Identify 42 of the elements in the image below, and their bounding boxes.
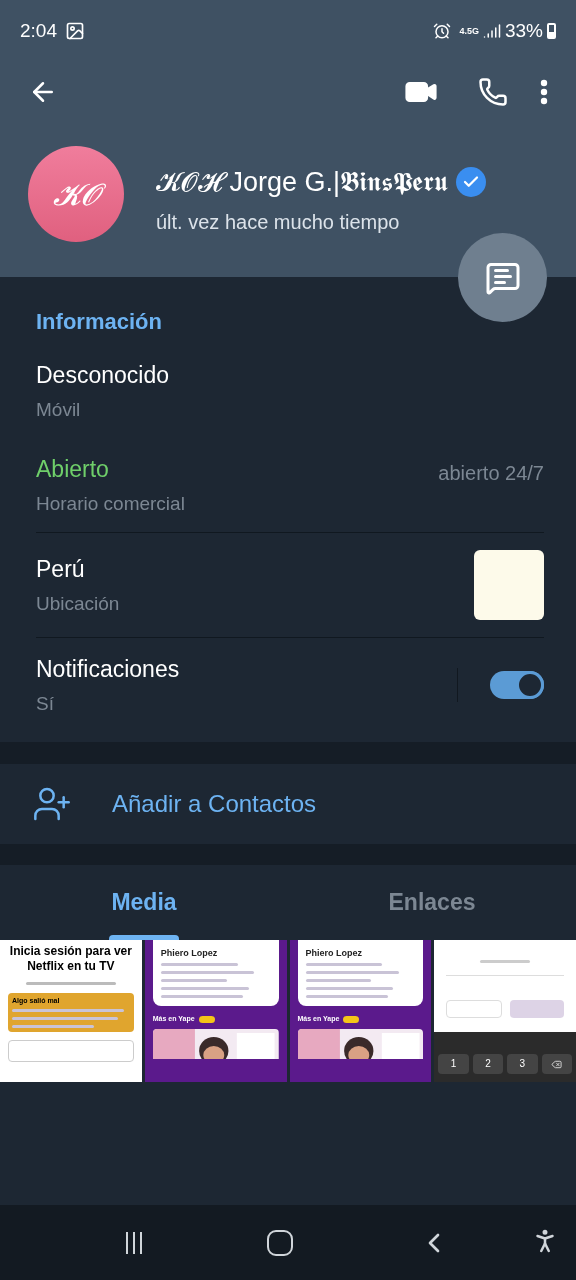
network-type: 4.5G [459,26,479,36]
more-button[interactable] [540,79,548,105]
info-label: Móvil [36,399,82,421]
map-thumbnail[interactable] [474,550,544,620]
info-value: Desconocido [36,361,170,389]
thumbnail-title: Inicia sesión para ver Netflix en tu TV [8,944,133,974]
gallery-icon [65,21,85,41]
battery-level: 33% [504,18,543,43]
add-contact-button[interactable]: Añadir a Contactos [0,764,576,844]
media-tab[interactable]: Media [0,865,288,940]
info-label: Sí [36,693,55,715]
avatar: 𝓚𝓞 [28,146,124,242]
status-time: 2:04 [20,18,57,43]
alarm-icon [433,22,452,40]
info-value: Perú [36,555,86,583]
receipt-name: Phiero Lopez [305,948,363,958]
hours-detail: abierto 24/7 [438,461,544,486]
new-badge [198,1015,215,1023]
backspace-icon [551,1058,563,1070]
battery-icon [547,23,556,39]
notifications-toggle[interactable] [490,671,544,699]
info-value: Notificaciones [36,655,181,683]
receipt-name: Phiero Lopez [160,948,219,958]
info-label: Ubicación [36,593,121,615]
send-button [510,1000,564,1018]
contact-name: 𝓚𝓞𝓗 Jorge G.|𝕭𝖎𝖓𝖘𝕻𝖊𝖗𝖚 [156,166,449,199]
media-tab[interactable]: Enlaces [288,865,576,940]
media-thumbnail[interactable]: 1 2 3 [434,940,576,1082]
section-heading: Información [35,308,163,336]
cancel-button [446,1000,503,1018]
call-button[interactable] [478,77,508,107]
last-seen: últ. vez hace mucho tiempo [156,209,401,235]
info-value: Abierto [36,455,110,483]
home-button[interactable] [267,1229,293,1256]
info-label: Horario comercial [36,493,186,515]
signal-icon [482,22,501,40]
keyboard-key: 2 [472,1054,504,1074]
keyboard-key: 1 [438,1054,469,1074]
recent-apps-button[interactable] [126,1231,143,1254]
more-icon [540,79,548,105]
new-badge [343,1015,360,1023]
keyboard-key: 3 [507,1054,538,1074]
